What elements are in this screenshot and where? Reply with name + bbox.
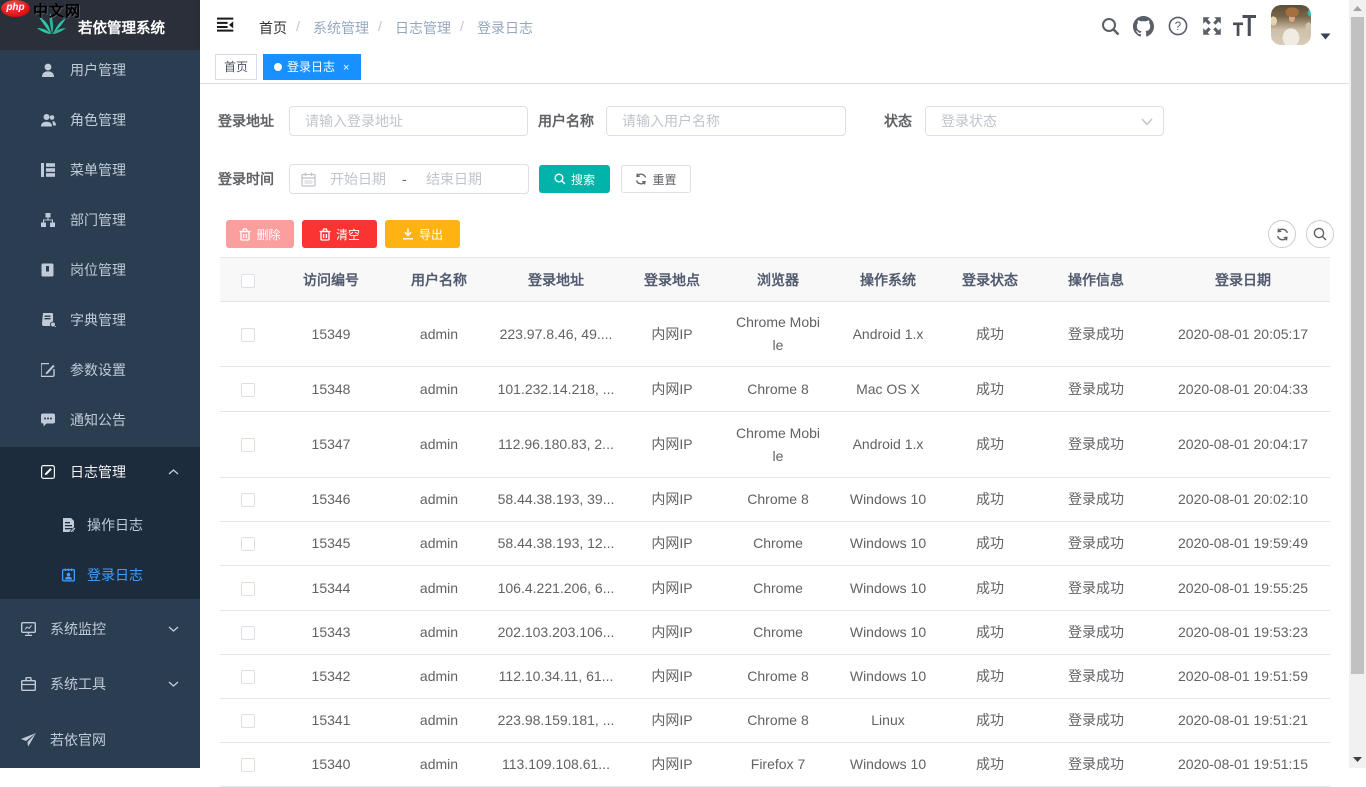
svg-text:?: ? bbox=[1175, 21, 1181, 33]
